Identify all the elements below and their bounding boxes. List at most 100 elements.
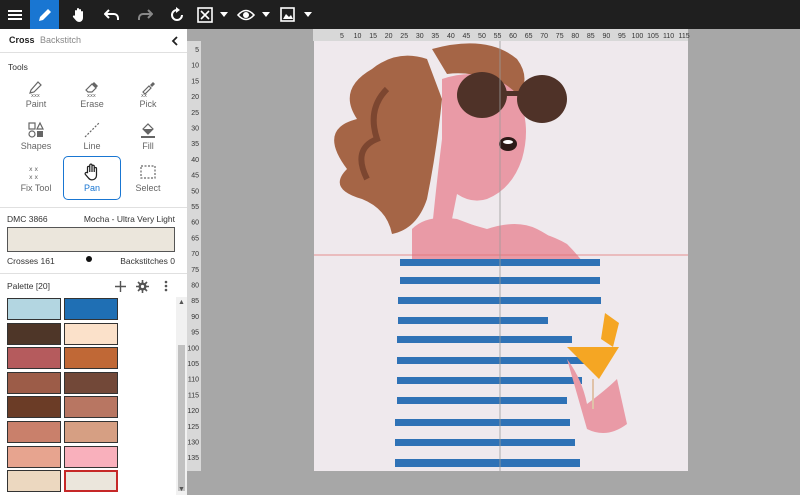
clear-dropdown-caret[interactable]	[218, 0, 230, 29]
palette-swatch[interactable]	[64, 421, 118, 443]
color-dot	[86, 256, 92, 262]
gear-icon	[135, 279, 149, 293]
current-color-swatch	[7, 227, 175, 252]
ruler-tick-label: 80	[571, 33, 579, 40]
ruler-tick-label: 30	[191, 126, 199, 133]
tool-label: Paint	[25, 99, 47, 109]
tool-shapes[interactable]: Shapes	[8, 115, 64, 157]
palette-swatch[interactable]	[7, 371, 61, 394]
ruler-tick-label: 70	[191, 251, 199, 258]
ruler-tick-label: 45	[463, 33, 471, 40]
draw-mode-button[interactable]	[30, 0, 59, 29]
palette-more-button[interactable]	[159, 279, 173, 293]
palette-scroll-thumb[interactable]	[178, 345, 185, 491]
collapse-panel-button[interactable]	[167, 32, 181, 50]
ruler-tick-label: 55	[494, 33, 502, 40]
more-vert-icon	[164, 280, 168, 292]
plus-icon	[114, 280, 126, 292]
pattern-canvas[interactable]: 5 10 15 20 25 30 35 40 45 50 55 60 65 70 75 80 85 90 95 100…	[187, 29, 800, 495]
divider	[0, 273, 187, 274]
palette-swatch[interactable]	[7, 470, 61, 493]
ruler-tick-label: 20	[191, 94, 199, 101]
image-dropdown-caret[interactable]	[302, 0, 314, 29]
svg-text:x x: x x	[29, 174, 38, 181]
tool-fix[interactable]: x xx x Fix Tool	[8, 157, 64, 199]
tool-fill[interactable]: Fill	[120, 115, 176, 157]
redo-button[interactable]	[130, 0, 159, 29]
ruler-tick-label: 30	[416, 33, 424, 40]
color-code: DMC 3866	[7, 214, 48, 224]
ruler-tick-label: 105	[187, 361, 199, 368]
ruler-tick-label: 100	[187, 345, 199, 352]
chevron-down-icon	[304, 12, 312, 17]
svg-text:xxx: xxx	[31, 93, 40, 97]
add-color-button[interactable]	[113, 279, 127, 293]
crosses-count: Crosses 161	[7, 256, 55, 266]
eye-icon	[236, 9, 255, 20]
tool-label: Shapes	[20, 141, 52, 151]
ruler-tick-label: 70	[540, 33, 548, 40]
ruler-tick-label: 25	[400, 33, 408, 40]
tool-paint[interactable]: xxx Paint	[8, 73, 64, 115]
palette-swatch[interactable]	[64, 347, 118, 370]
clear-button[interactable]	[190, 0, 219, 29]
ruler-tick-label: 90	[191, 314, 199, 321]
tab-cross[interactable]: Cross	[9, 35, 35, 45]
ruler-tick-label: 25	[191, 110, 199, 117]
ruler-tick-label: 85	[191, 298, 199, 305]
scroll-up-arrow[interactable]: ▲	[177, 298, 186, 307]
scroll-down-arrow[interactable]: ▼	[177, 485, 186, 494]
ruler-tick-label: 20	[385, 33, 393, 40]
palette-swatch[interactable]	[7, 396, 61, 419]
svg-text:xxx: xxx	[87, 93, 96, 97]
view-button[interactable]	[231, 0, 260, 29]
chevron-down-icon	[220, 12, 228, 17]
ruler-tick-label: 75	[556, 33, 564, 40]
shapes-icon	[28, 121, 44, 138]
palette-swatch[interactable]	[7, 347, 61, 370]
chevron-down-icon	[262, 12, 270, 17]
palette-swatch[interactable]	[64, 371, 118, 394]
tool-label: Fix Tool	[20, 183, 52, 193]
tool-label: Line	[83, 141, 101, 151]
top-ruler-ticks: 5 10 15 20 25 30 35 40 45 50 55 60 65 70 75 80 85 90 95 100…	[340, 33, 690, 40]
palette-swatch[interactable]	[7, 322, 61, 345]
tool-label: Select	[135, 183, 161, 193]
tool-pan[interactable]: Pan	[63, 156, 121, 200]
palette-swatch[interactable]	[64, 298, 118, 320]
ruler-tick-label: 110	[663, 33, 674, 40]
sunglass-right	[517, 75, 567, 123]
ruler-tick-label: 5	[195, 47, 199, 54]
palette-swatch[interactable]	[64, 470, 118, 493]
tool-select[interactable]: Select	[120, 157, 176, 199]
menu-button[interactable]	[0, 0, 29, 29]
ruler-tick-label: 10	[191, 63, 199, 70]
ruler-tick-label: 95	[191, 330, 199, 337]
tab-backstitch[interactable]: Backstitch	[40, 35, 81, 45]
tools-heading: Tools	[8, 62, 28, 72]
ruler-tick-label: 90	[602, 33, 610, 40]
divider	[0, 207, 187, 208]
view-dropdown-caret[interactable]	[260, 0, 272, 29]
ruler-tick-label: 125	[187, 424, 199, 431]
ruler-tick-label: 50	[191, 188, 199, 195]
tool-label: Pick	[139, 99, 157, 109]
palette-swatch[interactable]	[64, 445, 118, 468]
palette-swatch[interactable]	[7, 298, 61, 320]
tool-line[interactable]: Line	[64, 115, 120, 157]
tool-pick[interactable]: xx Pick	[120, 73, 176, 115]
ruler-tick-label: 45	[191, 173, 199, 180]
sunglass-left	[457, 72, 507, 118]
palette-swatch[interactable]	[7, 421, 61, 443]
palette-settings-button[interactable]	[135, 279, 149, 293]
palette-swatch[interactable]	[64, 322, 118, 345]
palette-swatch[interactable]	[7, 445, 61, 468]
palette-swatch[interactable]	[64, 396, 118, 419]
undo-button[interactable]	[97, 0, 126, 29]
image-button[interactable]	[273, 0, 302, 29]
pattern-canvas-area[interactable]: 5 10 15 20 25 30 35 40 45 50 55 60 65 70 75 80 85 90 95 100…	[187, 29, 800, 495]
ruler-tick-label: 115	[188, 392, 199, 399]
tool-erase[interactable]: xxx Erase	[64, 73, 120, 115]
pan-mode-button[interactable]	[64, 0, 93, 29]
refresh-button[interactable]	[162, 0, 191, 29]
